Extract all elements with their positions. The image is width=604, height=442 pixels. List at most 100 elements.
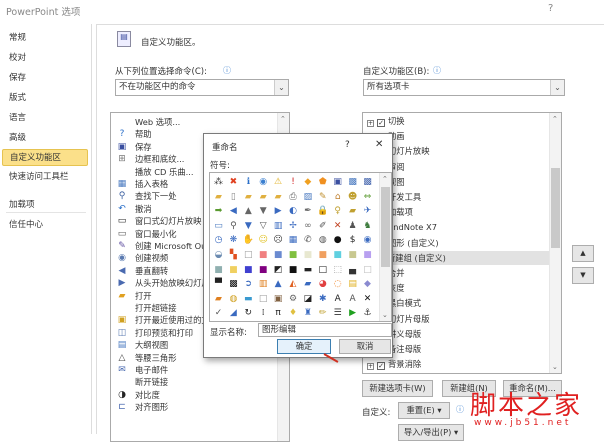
symbol-icon[interactable]: ◉ xyxy=(362,235,373,246)
symbol-icon[interactable]: ✱ xyxy=(317,294,328,305)
symbol-icon[interactable]: ⁞ xyxy=(258,308,269,319)
command-item[interactable]: 断开链接 xyxy=(111,376,277,388)
symbol-icon[interactable]: ▣ xyxy=(332,177,343,188)
symbol-icon[interactable]: ▰ xyxy=(347,206,358,217)
symbol-icon[interactable]: ■ xyxy=(228,265,239,276)
symbol-icon[interactable]: ■ xyxy=(362,250,373,261)
symbol-icon[interactable]: ◪ xyxy=(302,294,313,305)
scroll-up-icon[interactable]: ⌃ xyxy=(280,115,286,123)
symbol-icon[interactable]: ▽ xyxy=(258,221,269,232)
sidebar-item[interactable]: 自定义功能区 xyxy=(2,149,88,166)
symbol-icon[interactable]: ▼ xyxy=(243,221,254,232)
symbol-icon[interactable]: ✈ xyxy=(362,206,373,217)
command-item[interactable]: ◑ 对比度 xyxy=(111,389,277,401)
symbol-icon[interactable]: ◍ xyxy=(228,294,239,305)
symbol-icon[interactable]: □ xyxy=(362,265,373,276)
symbol-icon[interactable]: ☻ xyxy=(347,192,358,203)
symbol-icon[interactable]: ■ xyxy=(288,265,299,276)
new-tab-button[interactable]: 新建选项卡(W) xyxy=(362,380,433,397)
symbol-icon[interactable]: ♦ xyxy=(288,308,299,319)
choose-commands-dropdown[interactable]: 不在功能区中的命令 ⌄ xyxy=(115,79,289,96)
symbol-icon[interactable]: ▣ xyxy=(273,294,284,305)
symbol-icon[interactable]: ✐ xyxy=(317,221,328,232)
symbol-icon[interactable]: ◷ xyxy=(213,235,224,246)
symbol-icon[interactable]: ● xyxy=(332,235,343,246)
expand-icon[interactable]: + xyxy=(367,120,374,127)
symbol-icon[interactable]: ⁂ xyxy=(213,177,224,188)
symbol-icon[interactable]: ◀ xyxy=(228,206,239,217)
symbol-icon[interactable]: ◩ xyxy=(273,265,284,276)
symbol-icon[interactable]: ⬚ xyxy=(332,265,343,276)
symbol-icon[interactable]: ▬ xyxy=(302,265,313,276)
sidebar-item[interactable]: 快速访问工具栏 xyxy=(2,169,88,186)
symbol-grid[interactable]: ⌃ ⌄ ⁂ ✖ ℹ ◉ ⚠! ◆ ⬟ ▣ ▩ ▩ ▰ ▯ ▰ ▰ ▰ ⎙ ▨ ✎ ⌂ ☻ ⇔ ➡ ◀ ▲ ▼ ▶ ◐ ✒ 🔒 ♀ ▰ ✈ ▭ ⚲ ▼… xyxy=(209,172,392,322)
symbol-icon[interactable]: ■ xyxy=(243,265,254,276)
symbol-icon[interactable]: ☺ xyxy=(258,235,269,246)
symbol-icon[interactable]: ■ xyxy=(317,250,328,261)
symbol-icon[interactable]: ✕ xyxy=(362,294,373,305)
symbol-icon[interactable]: ▩ xyxy=(362,177,373,188)
import-export-button[interactable]: 导入/导出(P) ▾ xyxy=(398,424,464,441)
sidebar-item[interactable]: 版式 xyxy=(2,90,88,107)
symbol-icon[interactable]: ⚙ xyxy=(288,294,299,305)
symbol-icon[interactable]: $ xyxy=(347,235,358,246)
symbol-icon[interactable]: ⎙ xyxy=(288,192,299,203)
dialog-close-button[interactable]: ✕ xyxy=(375,139,383,150)
symbol-icon[interactable]: ♟ xyxy=(347,221,358,232)
symbol-icon[interactable]: ▬ xyxy=(243,294,254,305)
symbol-icon[interactable]: ▶ xyxy=(347,308,358,319)
symbol-icon[interactable]: ℹ xyxy=(243,177,254,188)
symbol-icon[interactable]: ■ xyxy=(302,250,313,261)
symbol-icon[interactable]: ▄ xyxy=(347,265,358,276)
symbol-icon[interactable]: ▀ xyxy=(213,279,224,290)
ribbon-tab-item[interactable]: + ✓ 背景消除 xyxy=(363,357,549,371)
move-down-button[interactable]: ▼ xyxy=(572,267,594,284)
scroll-up-icon[interactable]: ⌃ xyxy=(382,175,388,183)
symbol-icon[interactable]: ■ xyxy=(347,250,358,261)
checkbox[interactable]: ✓ xyxy=(377,362,385,371)
symbol-icon[interactable]: ▶ xyxy=(273,206,284,217)
symbol-icon[interactable]: ▲ xyxy=(243,206,254,217)
symbol-icon[interactable]: ▩ xyxy=(347,177,358,188)
sidebar-item[interactable]: 常规 xyxy=(2,30,88,47)
customize-ribbon-dropdown[interactable]: 所有选项卡 ⌄ xyxy=(363,79,565,96)
symbol-icon[interactable]: ! xyxy=(288,177,299,188)
symbol-icon[interactable]: ■ xyxy=(213,265,224,276)
symbol-icon[interactable]: ∞ xyxy=(302,221,313,232)
cancel-button[interactable]: 取消 xyxy=(339,339,391,354)
symbol-icon[interactable]: □ xyxy=(258,294,269,305)
sidebar-item[interactable]: 高级 xyxy=(2,130,88,147)
symbol-icon[interactable]: ■ xyxy=(273,250,284,261)
symbol-icon[interactable]: ▰ xyxy=(213,192,224,203)
command-item[interactable]: ⊏ 对齐图形 xyxy=(111,401,277,413)
scroll-up-icon[interactable]: ⌃ xyxy=(552,115,558,123)
symbol-icon[interactable]: ▰ xyxy=(213,294,224,305)
symbol-icon[interactable]: ▥ xyxy=(258,279,269,290)
symbol-icon[interactable]: ◭ xyxy=(288,279,299,290)
symbol-icon[interactable]: ✢ xyxy=(288,221,299,232)
ribbon-tab-item[interactable]: + ✓ 切换 xyxy=(363,114,549,128)
command-item[interactable]: Web 选项... xyxy=(111,116,277,128)
symbol-icon[interactable]: ▤ xyxy=(347,279,358,290)
symbol-icon[interactable]: ☰ xyxy=(332,308,343,319)
symbol-icon[interactable]: ◐ xyxy=(288,206,299,217)
symbol-icon[interactable]: 🔒 xyxy=(317,206,328,217)
symbol-icon[interactable]: ✏ xyxy=(317,308,328,319)
symbol-icon[interactable]: A xyxy=(332,294,343,305)
symbol-icon[interactable]: ▨ xyxy=(302,192,313,203)
symbol-icon[interactable]: ■ xyxy=(332,250,343,261)
symbol-icon[interactable]: ⌂ xyxy=(332,192,343,203)
symbol-icon[interactable]: ➲ xyxy=(243,279,254,290)
symbol-icon[interactable]: ❋ xyxy=(228,235,239,246)
symbol-icon[interactable]: ↻ xyxy=(243,308,254,319)
symbol-icon[interactable]: □ xyxy=(243,250,254,261)
symbol-icon[interactable]: ✎ xyxy=(317,192,328,203)
symbol-icon[interactable]: ✕ xyxy=(332,221,343,232)
sidebar-item[interactable]: 保存 xyxy=(2,70,88,87)
symbol-icon[interactable]: ▚ xyxy=(228,250,239,261)
symbol-icon[interactable]: A xyxy=(347,294,358,305)
symbol-icon[interactable]: ■ xyxy=(258,250,269,261)
ok-button[interactable]: 确定 xyxy=(277,339,331,354)
dialog-help-button[interactable]: ? xyxy=(345,140,350,150)
symbol-icon[interactable]: ▲ xyxy=(273,279,284,290)
